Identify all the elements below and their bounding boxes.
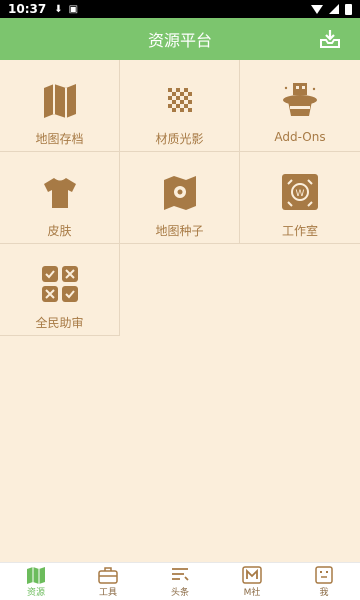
grid-item-review[interactable]: 全民助审 <box>0 244 120 336</box>
grid-item-skin[interactable]: 皮肤 <box>0 152 120 244</box>
shirt-icon <box>43 178 76 208</box>
grid-item-texture-shader[interactable]: 材质光影 <box>120 60 240 152</box>
status-bar: 10:37 ⬇ ▣ <box>0 0 360 18</box>
nav-label: 工具 <box>98 587 117 598</box>
nav-label: 头条 <box>170 587 189 598</box>
m-logo-icon <box>242 565 262 584</box>
grid-item-map-archive[interactable]: 地图存档 <box>0 60 120 152</box>
grid-item-label: Add-Ons <box>274 130 326 144</box>
grid-item-label: 材质光影 <box>155 132 204 146</box>
nav-tab-resources[interactable]: 资源 <box>0 563 72 600</box>
checker-texture-icon <box>167 88 192 112</box>
nav-label: M社 <box>243 587 261 598</box>
app-bar: 资源平台 <box>0 18 360 60</box>
grid-item-studio[interactable]: W 工作室 <box>240 152 360 244</box>
app-status-icon: ▣ <box>68 3 79 15</box>
svg-text:W: W <box>296 189 305 199</box>
status-time: 10:37 <box>8 2 47 16</box>
nav-tab-tools[interactable]: 工具 <box>72 563 144 600</box>
nav-tab-msociety[interactable]: M社 <box>216 563 288 600</box>
page-title: 资源平台 <box>147 31 212 50</box>
grid-item-label: 全民助审 <box>35 316 84 330</box>
resource-grid: 地图存档 材质光影 Add-Ons 皮肤 地图种子 W 工作室 全民助审 <box>0 60 360 336</box>
signal-icon <box>329 4 339 14</box>
map-icon <box>43 84 76 118</box>
grid-item-label: 皮肤 <box>47 224 72 238</box>
toolbox-icon <box>98 566 118 584</box>
headlines-icon <box>172 567 189 581</box>
map-icon <box>27 566 45 584</box>
nav-tab-headlines[interactable]: 头条 <box>144 563 216 600</box>
grid-item-label: 地图存档 <box>35 132 84 146</box>
bottom-nav: 资源 工具 头条 M社 我 <box>0 562 360 600</box>
map-seed-icon <box>163 176 196 210</box>
profile-icon <box>315 565 333 584</box>
wifi-icon <box>311 4 323 14</box>
download-tray-icon[interactable] <box>318 27 342 51</box>
battery-icon <box>345 3 352 15</box>
nav-label: 我 <box>319 587 329 598</box>
nav-tab-me[interactable]: 我 <box>288 563 360 600</box>
grid-item-map-seed[interactable]: 地图种子 <box>120 152 240 244</box>
review-icon <box>41 266 78 302</box>
grid-item-label: 地图种子 <box>155 224 204 238</box>
magic-hat-icon <box>283 83 317 116</box>
studio-icon: W <box>282 174 318 210</box>
grid-item-addons[interactable]: Add-Ons <box>240 60 360 152</box>
nav-label: 资源 <box>26 587 45 598</box>
grid-item-label: 工作室 <box>281 224 318 238</box>
status-right <box>311 3 352 15</box>
download-status-icon: ⬇ <box>54 3 63 15</box>
